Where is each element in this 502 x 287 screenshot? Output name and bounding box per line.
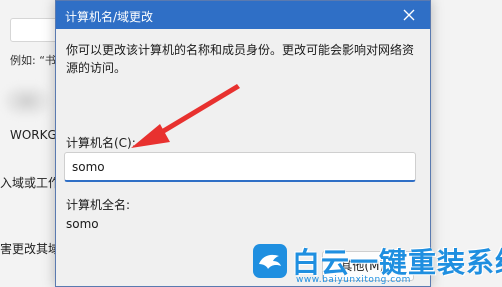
- background-change-text[interactable]: 害更改其域: [0, 240, 60, 257]
- background-domain-text: 入域或工作: [0, 176, 61, 190]
- close-button[interactable]: [394, 3, 424, 27]
- dialog-title: 计算机名/域更改: [65, 10, 154, 24]
- background-example-text: 例如: “书: [10, 54, 56, 67]
- computer-name-label: 计算机名(C):: [66, 136, 136, 150]
- background-workgroup-text: WORKG: [10, 128, 57, 142]
- close-icon: [403, 9, 415, 21]
- dialog-description: 你可以更改该计算机的名称和成员身份。更改可能会影响对网络资源的访问。: [66, 43, 415, 75]
- watermark-url: www.baiyunxitong.com: [296, 275, 411, 285]
- dialog-titlebar[interactable]: 计算机名/域更改: [56, 1, 430, 29]
- bird-logo-icon: [253, 244, 287, 278]
- full-computer-name-label: 计算机全名:: [66, 198, 131, 212]
- background-blurred-icon: [4, 86, 50, 116]
- computer-name-input[interactable]: [64, 152, 416, 182]
- full-computer-name-value: somo: [66, 217, 99, 231]
- background-input[interactable]: [10, 18, 58, 42]
- watermark: 白云一键重装系统 www.baiyunxitong.com: [250, 241, 502, 287]
